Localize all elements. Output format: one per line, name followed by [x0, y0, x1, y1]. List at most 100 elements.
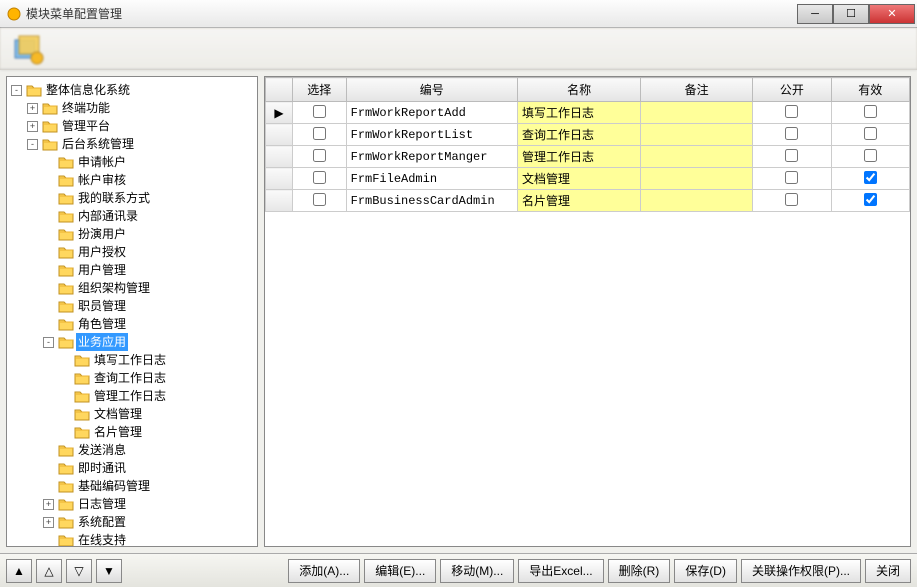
table-row[interactable]: FrmBusinessCardAdmin名片管理 [266, 190, 910, 212]
col-header-code[interactable]: 编号 [346, 78, 517, 102]
select-checkbox[interactable] [313, 149, 326, 162]
cell-valid[interactable] [831, 168, 909, 190]
public-checkbox[interactable] [785, 105, 798, 118]
tree-item[interactable]: 查询工作日志 [59, 369, 255, 387]
cell-valid[interactable] [831, 124, 909, 146]
cell-public[interactable] [753, 168, 831, 190]
tree-view[interactable]: -整体信息化系统+终端功能+管理平台-后台系统管理申请帐户帐户审核我的联系方式内… [7, 77, 257, 546]
valid-checkbox[interactable] [864, 127, 877, 140]
permission-button[interactable]: 关联操作权限(P)... [741, 559, 861, 583]
public-checkbox[interactable] [785, 127, 798, 140]
tree-item[interactable]: 用户管理 [43, 261, 255, 279]
cell-public[interactable] [753, 146, 831, 168]
delete-button[interactable]: 删除(R) [608, 559, 671, 583]
tree-item[interactable]: 组织架构管理 [43, 279, 255, 297]
tree-item[interactable]: 即时通讯 [43, 459, 255, 477]
move-top-button[interactable]: ▲ [6, 559, 32, 583]
cell-code[interactable]: FrmWorkReportList [346, 124, 517, 146]
window-close-button[interactable]: ✕ [869, 4, 915, 24]
tree-item[interactable]: 基础编码管理 [43, 477, 255, 495]
cell-valid[interactable] [831, 146, 909, 168]
move-down-button[interactable]: ▽ [66, 559, 92, 583]
edit-button[interactable]: 编辑(E)... [364, 559, 436, 583]
cell-select[interactable] [292, 168, 346, 190]
col-header-valid[interactable]: 有效 [831, 78, 909, 102]
add-button[interactable]: 添加(A)... [288, 559, 360, 583]
cell-remark[interactable] [641, 146, 753, 168]
select-checkbox[interactable] [313, 171, 326, 184]
valid-checkbox[interactable] [864, 193, 877, 206]
col-header-remark[interactable]: 备注 [641, 78, 753, 102]
tree-item[interactable]: 角色管理 [43, 315, 255, 333]
tree-item[interactable]: 文档管理 [59, 405, 255, 423]
cell-code[interactable]: FrmWorkReportManger [346, 146, 517, 168]
valid-checkbox[interactable] [864, 149, 877, 162]
cell-public[interactable] [753, 102, 831, 124]
cell-name[interactable]: 查询工作日志 [518, 124, 641, 146]
col-header-name[interactable]: 名称 [518, 78, 641, 102]
valid-checkbox[interactable] [864, 105, 877, 118]
tree-item[interactable]: 管理工作日志 [59, 387, 255, 405]
cell-remark[interactable] [641, 102, 753, 124]
cell-name[interactable]: 名片管理 [518, 190, 641, 212]
cell-public[interactable] [753, 124, 831, 146]
tree-item[interactable]: -整体信息化系统 [11, 81, 255, 99]
folder-icon [26, 83, 42, 97]
tree-item[interactable]: +日志管理 [43, 495, 255, 513]
table-row[interactable]: FrmWorkReportList查询工作日志 [266, 124, 910, 146]
close-button[interactable]: 关闭 [865, 559, 911, 583]
cell-public[interactable] [753, 190, 831, 212]
cell-select[interactable] [292, 102, 346, 124]
tree-item[interactable]: 名片管理 [59, 423, 255, 441]
tree-item[interactable]: 帐户审核 [43, 171, 255, 189]
tree-item[interactable]: +管理平台 [27, 117, 255, 135]
cell-name[interactable]: 管理工作日志 [518, 146, 641, 168]
tree-item[interactable]: 发送消息 [43, 441, 255, 459]
table-row[interactable]: FrmFileAdmin文档管理 [266, 168, 910, 190]
table-row[interactable]: ▶FrmWorkReportAdd填写工作日志 [266, 102, 910, 124]
tree-item[interactable]: -业务应用 [43, 333, 255, 351]
tree-item[interactable]: 在线支持 [43, 531, 255, 546]
tree-item[interactable]: +终端功能 [27, 99, 255, 117]
cell-code[interactable]: FrmFileAdmin [346, 168, 517, 190]
cell-remark[interactable] [641, 190, 753, 212]
select-checkbox[interactable] [313, 193, 326, 206]
tree-item[interactable]: 用户授权 [43, 243, 255, 261]
valid-checkbox[interactable] [864, 171, 877, 184]
table-row[interactable]: FrmWorkReportManger管理工作日志 [266, 146, 910, 168]
move-button[interactable]: 移动(M)... [440, 559, 514, 583]
cell-remark[interactable] [641, 124, 753, 146]
select-checkbox[interactable] [313, 127, 326, 140]
export-excel-button[interactable]: 导出Excel... [518, 559, 603, 583]
save-button[interactable]: 保存(D) [674, 559, 737, 583]
tree-item[interactable]: 我的联系方式 [43, 189, 255, 207]
move-up-button[interactable]: △ [36, 559, 62, 583]
select-checkbox[interactable] [313, 105, 326, 118]
window-maximize-button[interactable]: ☐ [833, 4, 869, 24]
col-header-public[interactable]: 公开 [753, 78, 831, 102]
tree-item[interactable]: 申请帐户 [43, 153, 255, 171]
cell-remark[interactable] [641, 168, 753, 190]
cell-name[interactable]: 文档管理 [518, 168, 641, 190]
cell-select[interactable] [292, 190, 346, 212]
tree-item[interactable]: 职员管理 [43, 297, 255, 315]
col-header-select[interactable]: 选择 [292, 78, 346, 102]
cell-code[interactable]: FrmWorkReportAdd [346, 102, 517, 124]
move-bottom-button[interactable]: ▼ [96, 559, 122, 583]
cell-valid[interactable] [831, 190, 909, 212]
tree-item[interactable]: 填写工作日志 [59, 351, 255, 369]
cell-code[interactable]: FrmBusinessCardAdmin [346, 190, 517, 212]
public-checkbox[interactable] [785, 171, 798, 184]
public-checkbox[interactable] [785, 149, 798, 162]
data-grid[interactable]: 选择 编号 名称 备注 公开 有效 ▶FrmWorkReportAdd填写工作日… [265, 77, 910, 212]
tree-item[interactable]: -后台系统管理 [27, 135, 255, 153]
cell-valid[interactable] [831, 102, 909, 124]
public-checkbox[interactable] [785, 193, 798, 206]
tree-item[interactable]: 扮演用户 [43, 225, 255, 243]
tree-item[interactable]: +系统配置 [43, 513, 255, 531]
window-minimize-button[interactable]: ─ [797, 4, 833, 24]
tree-item[interactable]: 内部通讯录 [43, 207, 255, 225]
cell-select[interactable] [292, 146, 346, 168]
cell-name[interactable]: 填写工作日志 [518, 102, 641, 124]
cell-select[interactable] [292, 124, 346, 146]
